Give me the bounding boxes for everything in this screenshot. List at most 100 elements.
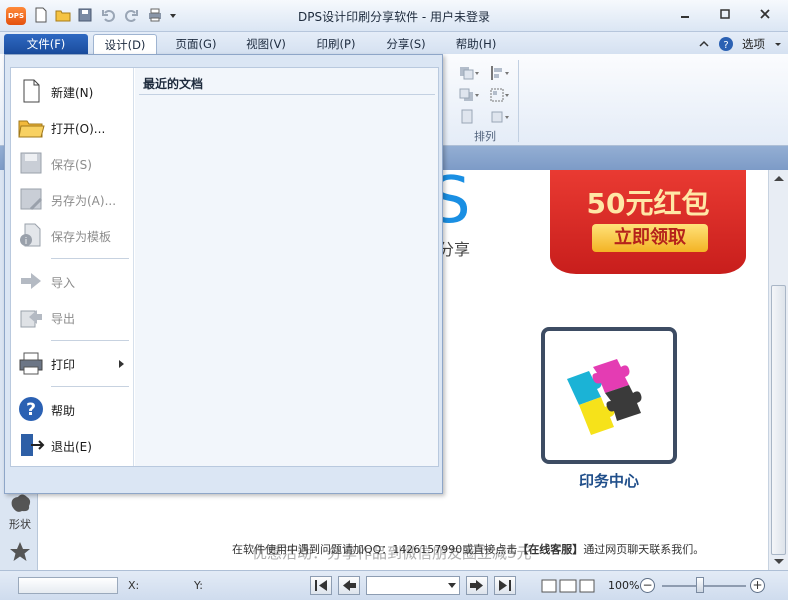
star-icon[interactable] <box>8 540 32 564</box>
menu-item-export-label: 导出 <box>51 312 76 326</box>
bring-forward-icon[interactable] <box>458 64 480 82</box>
red-packet-banner[interactable]: 50元红包 立即领取 <box>550 170 746 274</box>
view-mode-icons[interactable] <box>540 577 598 595</box>
y-coordinate-label: Y: <box>194 579 203 592</box>
menu-item-help[interactable]: ? 帮助 <box>11 392 134 426</box>
menu-item-new[interactable]: 新建(N) <box>11 74 134 108</box>
help-icon: ? <box>17 395 45 423</box>
menu-item-print-label: 打印 <box>51 358 76 372</box>
tab-print[interactable]: 印刷(P) <box>306 34 366 54</box>
shape-tool-label[interactable]: 形状 <box>4 516 36 532</box>
red-packet-title: 50元红包 <box>586 187 710 220</box>
file-menu-body: 新建(N) 打开(O)... 保存(S) 另存为(A)... i 保存为模板 导… <box>10 67 439 467</box>
save-as-icon <box>17 185 45 213</box>
import-icon <box>17 267 45 295</box>
options-chevron-down-icon[interactable] <box>774 34 782 54</box>
tab-design[interactable]: 设计(D) <box>93 34 157 54</box>
menu-separator <box>51 386 129 387</box>
ribbon-separator <box>518 60 519 142</box>
support-notice: 在软件使用中遇到问题请加QQ：1426157990或直接点击【在线客服】通过网页… <box>232 541 704 557</box>
exit-icon <box>17 431 45 459</box>
menu-item-import[interactable]: 导入 <box>11 264 134 298</box>
puzzle-icon <box>567 359 642 435</box>
help-icon[interactable]: ? <box>718 34 734 54</box>
status-bar: X: Y: 100% − + <box>0 570 788 600</box>
menu-item-exit[interactable]: 退出(E) <box>11 428 134 462</box>
scroll-up-icon[interactable] <box>769 172 788 186</box>
zoom-slider-thumb[interactable] <box>696 577 704 593</box>
zoom-level: 100% <box>608 579 640 592</box>
tab-help[interactable]: 帮助(H) <box>446 34 506 54</box>
menu-item-save-as-label: 另存为(A)... <box>51 194 117 208</box>
save-template-icon: i <box>17 221 45 249</box>
title-bar: DPS DPS设计印刷分享软件 - 用户未登录 <box>0 0 788 32</box>
menu-item-open-label: 打开(O)... <box>51 122 106 136</box>
tab-file[interactable]: 文件(F) <box>4 34 88 54</box>
scroll-down-icon[interactable] <box>769 554 788 568</box>
collapse-ribbon-icon[interactable] <box>698 34 710 54</box>
ribbon-group-arrange: 排列 <box>474 130 496 143</box>
new-document-icon <box>17 77 45 105</box>
svg-text:?: ? <box>26 400 36 420</box>
align-icon[interactable] <box>488 64 510 82</box>
rotate-icon[interactable] <box>488 108 510 126</box>
recent-documents-panel: 最近的文档 <box>135 68 438 466</box>
menu-item-help-label: 帮助 <box>51 404 76 418</box>
print-center-tile[interactable] <box>541 327 677 464</box>
file-menu: 新建(N) 打开(O)... 保存(S) 另存为(A)... i 保存为模板 导… <box>4 54 443 494</box>
print-center-label[interactable]: 印务中心 <box>541 470 677 491</box>
zoom-out-button[interactable]: − <box>640 578 655 593</box>
last-page-button[interactable] <box>494 576 516 595</box>
support-notice-suffix: 通过网页聊天联系我们。 <box>583 543 705 556</box>
menu-item-new-label: 新建(N) <box>51 86 94 100</box>
support-notice-prefix: 在软件使用中遇到问题请加QQ：1426157990或直接点击 <box>232 543 518 556</box>
menu-item-print[interactable]: 打印 <box>11 346 134 380</box>
scroll-thumb[interactable] <box>771 285 786 555</box>
menu-item-save-template[interactable]: i 保存为模板 <box>11 218 134 252</box>
menu-item-save-template-label: 保存为模板 <box>51 230 112 244</box>
menu-separator <box>51 258 129 259</box>
claim-red-packet-button[interactable]: 立即领取 <box>592 224 708 252</box>
recent-documents-divider <box>139 94 435 95</box>
file-menu-commands: 新建(N) 打开(O)... 保存(S) 另存为(A)... i 保存为模板 导… <box>11 68 134 466</box>
open-folder-icon <box>17 113 45 141</box>
zoom-slider-track[interactable] <box>662 585 746 587</box>
menu-item-save-as[interactable]: 另存为(A)... <box>11 182 134 216</box>
svg-text:?: ? <box>723 40 728 51</box>
send-backward-icon[interactable] <box>458 86 480 104</box>
menu-item-import-label: 导入 <box>51 276 76 290</box>
menu-item-open[interactable]: 打开(O)... <box>11 110 134 144</box>
status-progress-box <box>18 577 118 594</box>
svg-text:i: i <box>25 237 28 247</box>
next-page-button[interactable] <box>466 576 488 595</box>
recent-documents-title: 最近的文档 <box>143 77 204 91</box>
minimize-button[interactable] <box>672 4 698 26</box>
ribbon-tabs: 文件(F) 设计(D) 页面(G) 视图(V) 印刷(P) 分享(S) 帮助(H… <box>0 32 788 54</box>
menu-item-save-label: 保存(S) <box>51 158 92 172</box>
vertical-scrollbar[interactable] <box>768 170 788 570</box>
tab-page[interactable]: 页面(G) <box>166 34 226 54</box>
menu-separator <box>51 340 129 341</box>
maximize-button[interactable] <box>712 4 738 26</box>
group-icon[interactable] <box>488 86 510 104</box>
shape-tool-icon[interactable] <box>8 492 32 514</box>
page-select-chevron-down-icon <box>448 583 456 588</box>
window-title: DPS设计印刷分享软件 - 用户未登录 <box>297 10 491 24</box>
close-button[interactable] <box>752 4 778 26</box>
menu-item-exit-label: 退出(E) <box>51 440 92 454</box>
menu-item-save[interactable]: 保存(S) <box>11 146 134 180</box>
save-icon <box>17 149 45 177</box>
tab-share[interactable]: 分享(S) <box>376 34 436 54</box>
options-menu[interactable]: 选项 <box>742 34 765 54</box>
first-page-button[interactable] <box>310 576 332 595</box>
printer-icon <box>17 349 45 377</box>
x-coordinate-label: X: <box>128 579 140 592</box>
export-icon <box>17 303 45 331</box>
paste-icon[interactable] <box>458 108 480 126</box>
prev-page-button[interactable] <box>338 576 360 595</box>
menu-item-export[interactable]: 导出 <box>11 300 134 334</box>
online-service-link[interactable]: 【在线客服】 <box>517 543 583 556</box>
zoom-in-button[interactable]: + <box>750 578 765 593</box>
page-select[interactable] <box>366 576 460 595</box>
tab-view[interactable]: 视图(V) <box>236 34 296 54</box>
